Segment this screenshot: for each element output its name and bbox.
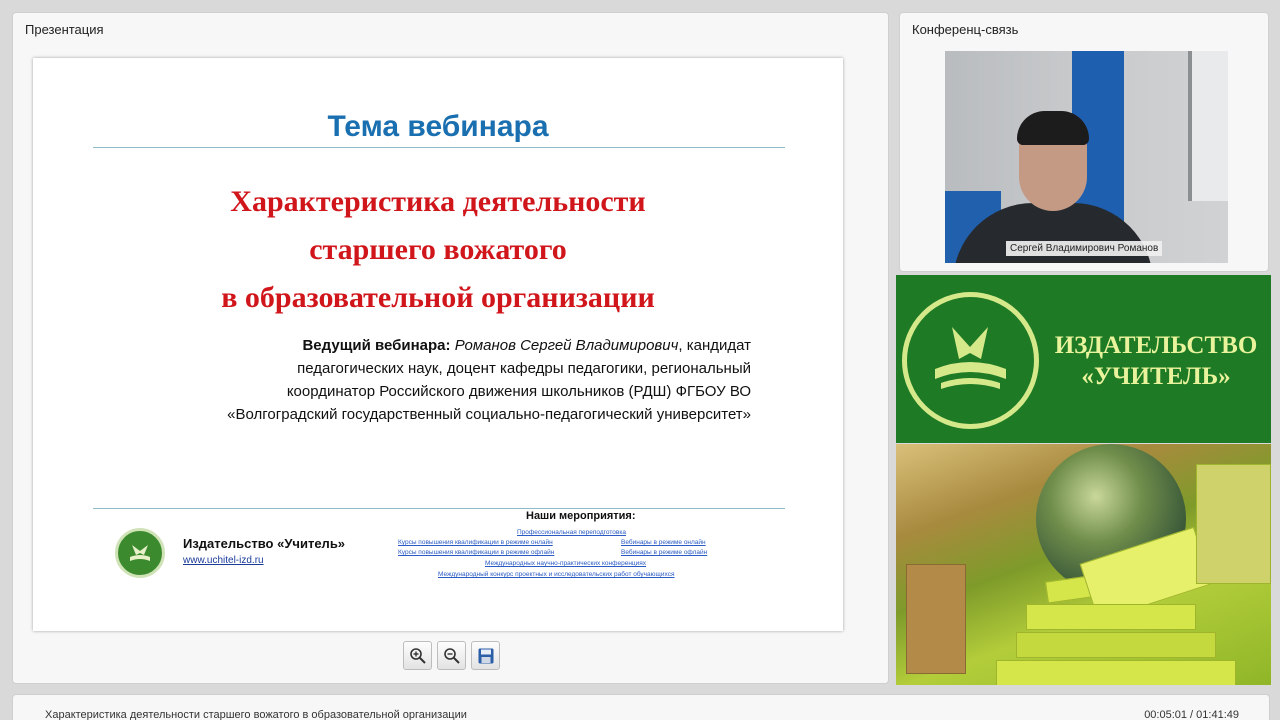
events-heading: Наши мероприятия: xyxy=(526,510,636,522)
presentation-panel-title: Презентация xyxy=(25,22,104,37)
host-line: «Волгоградский государственный социально… xyxy=(227,406,751,423)
presentation-slide: Тема вебинара Характеристика деятельност… xyxy=(33,58,843,631)
host-name: Романов Сергей Владимирович xyxy=(454,337,679,354)
host-label: Ведущий вебинара: xyxy=(302,337,451,354)
slide-title-line: Характеристика деятельности xyxy=(230,185,646,218)
conference-panel: Конференц-связь Сергей Владимирович Рома… xyxy=(899,12,1269,272)
banner-line: ИЗДАТЕЛЬСТВО xyxy=(1054,332,1258,359)
slide-divider-bottom xyxy=(93,508,785,509)
slide-title: Характеристика деятельности старшего вож… xyxy=(33,178,843,322)
publisher-url-link[interactable]: www.uchitel-izd.ru xyxy=(183,555,264,566)
presentation-panel: Презентация Тема вебинара Характеристика… xyxy=(12,12,889,684)
zoom-in-icon xyxy=(409,647,426,664)
slide-divider-top xyxy=(93,147,785,148)
event-link[interactable]: Курсы повышения квалификации в режиме он… xyxy=(398,539,553,546)
publisher-banner[interactable]: ИЗДАТЕЛЬСТВО «УЧИТЕЛЬ» xyxy=(896,275,1271,443)
host-line: координатор Российского движения школьни… xyxy=(286,383,751,400)
books-globe-image xyxy=(896,444,1271,685)
save-button[interactable] xyxy=(471,641,500,670)
zoom-out-button[interactable] xyxy=(437,641,466,670)
book-illustration xyxy=(1026,604,1196,630)
book-illustration xyxy=(906,564,966,674)
event-link[interactable]: Международных научно-практических конфер… xyxy=(485,560,646,567)
event-link[interactable]: Вебинары в режиме онлайн xyxy=(621,539,706,546)
slide-topic: Тема вебинара xyxy=(327,110,549,143)
event-link[interactable]: Курсы повышения квалификации в режиме оф… xyxy=(398,549,554,556)
speaker-video[interactable]: Сергей Владимирович Романов xyxy=(945,51,1228,263)
event-link[interactable]: Профессиональная переподготовка xyxy=(517,529,626,536)
webinar-title: Характеристика деятельности старшего вож… xyxy=(45,709,467,720)
host-line-rest: , кандидат xyxy=(678,337,751,354)
book-illustration xyxy=(1196,464,1271,584)
video-background-board xyxy=(1188,51,1228,201)
playback-time: 00:05:01 / 01:41:49 xyxy=(1144,709,1239,720)
zoom-out-icon xyxy=(443,647,460,664)
book-illustration xyxy=(1016,632,1216,658)
book-illustration xyxy=(996,660,1236,685)
slide-toolbar xyxy=(403,641,500,670)
host-info: Ведущий вебинара: Романов Сергей Владими… xyxy=(111,334,751,426)
conference-panel-title: Конференц-связь xyxy=(912,22,1019,37)
banner-line: «УЧИТЕЛЬ» xyxy=(1081,363,1231,390)
slide-title-line: старшего вожатого xyxy=(309,233,567,266)
host-line: педагогических наук, доцент кафедры педа… xyxy=(297,360,751,377)
publisher-name: Издательство «Учитель» xyxy=(183,536,346,551)
publisher-banner-logo-icon xyxy=(902,292,1039,429)
event-link[interactable]: Вебинары в режиме офлайн xyxy=(621,549,707,556)
speaker-hair xyxy=(1017,111,1089,145)
publisher-banner-text: ИЗДАТЕЛЬСТВО «УЧИТЕЛЬ» xyxy=(1041,330,1271,392)
slide-title-line: в образовательной организации xyxy=(221,281,655,314)
speaker-name-tag: Сергей Владимирович Романов xyxy=(1006,241,1163,256)
publisher-logo-icon xyxy=(115,528,165,578)
save-icon xyxy=(478,648,493,663)
event-link[interactable]: Международный конкурс проектных и исслед… xyxy=(438,571,674,578)
player-footer: Характеристика деятельности старшего вож… xyxy=(12,694,1270,720)
zoom-in-button[interactable] xyxy=(403,641,432,670)
